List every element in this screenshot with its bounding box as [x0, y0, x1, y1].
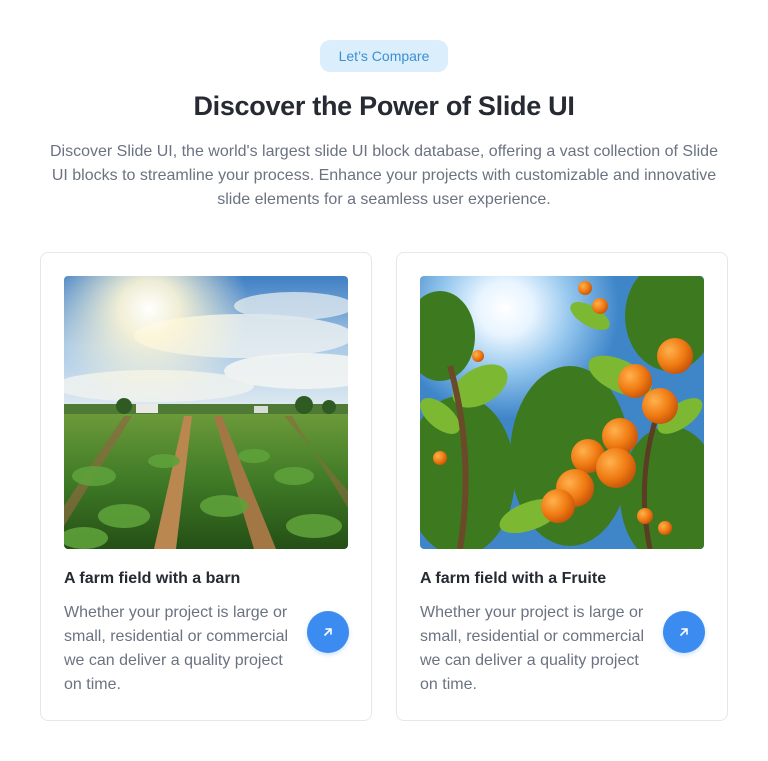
farm-field-barn-image	[64, 276, 348, 549]
open-card-button[interactable]	[663, 611, 705, 653]
section-badge: Let’s Compare	[320, 40, 448, 72]
card-title: A farm field with a Fruite	[420, 570, 607, 587]
section-title: Discover the Power of Slide UI	[193, 91, 575, 121]
open-card-button[interactable]	[307, 611, 349, 653]
arrow-up-right-icon	[324, 628, 332, 636]
arrow-up-right-icon	[680, 628, 688, 636]
card-text: Whether your project is large or small, …	[64, 604, 289, 693]
card-title: A farm field with a barn	[64, 570, 241, 587]
card-text: Whether your project is large or small, …	[420, 604, 645, 693]
orange-tree-image	[420, 276, 704, 549]
section-description: Discover Slide UI, the world's largest s…	[50, 143, 718, 208]
card-farm-barn: A farm field with a barn Whether your pr…	[40, 252, 372, 721]
card-farm-fruit: A farm field with a Fruite Whether your …	[396, 252, 728, 721]
